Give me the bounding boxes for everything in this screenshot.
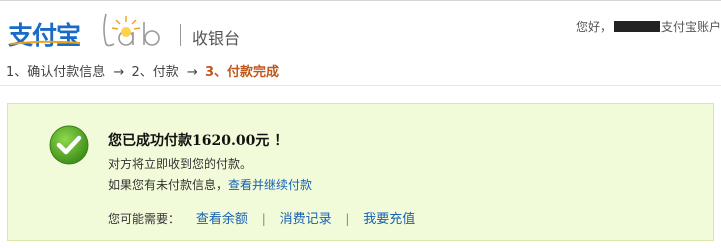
lab-logo-icon bbox=[103, 13, 160, 47]
unpaid-notice-text: 如果您有未付款信息， bbox=[108, 178, 229, 192]
step-arrow-right-icon: → bbox=[113, 65, 125, 80]
suggested-actions: 您可能需要： 查看余额 | 消费记录 | 我要充值 bbox=[108, 208, 415, 227]
greeting-prefix: 您好， bbox=[575, 20, 612, 34]
alipay-lab-logo[interactable]: 支付宝 收银台 bbox=[8, 10, 248, 50]
alipay-brand-text: 支付宝 bbox=[8, 21, 81, 50]
link-separator: | bbox=[261, 212, 266, 226]
step-confirm: 1、确认付款信息 bbox=[6, 65, 106, 80]
recipient-notice: 对方将立即收到您的付款。 bbox=[108, 157, 253, 171]
payment-success-title: 您已成功付款1620.00元 ！ bbox=[108, 133, 289, 149]
redacted-username bbox=[613, 21, 660, 32]
top-up-link[interactable]: 我要充值 bbox=[363, 212, 415, 227]
step-pay: 2、付款 bbox=[131, 65, 179, 80]
cashier-title: 收银台 bbox=[192, 29, 241, 48]
success-panel: 您已成功付款1620.00元 ！ 对方将立即收到您的付款。 如果您有未付款信息，… bbox=[7, 103, 714, 241]
step-complete: 3、付款完成 bbox=[204, 65, 279, 80]
divider bbox=[0, 85, 721, 86]
suggested-actions-label: 您可能需要： bbox=[108, 212, 181, 226]
link-separator: | bbox=[345, 212, 350, 226]
check-circle-icon bbox=[49, 125, 89, 165]
user-greeting: 您好， 支付宝账户 bbox=[576, 18, 721, 35]
top-border bbox=[0, 0, 721, 1]
view-continue-pay-link[interactable]: 查看并继续付款 bbox=[228, 178, 312, 192]
payment-steps: 1、确认付款信息 → 2、付款 → 3、付款完成 bbox=[6, 61, 279, 80]
unpaid-notice: 如果您有未付款信息，查看并继续付款 bbox=[108, 176, 312, 193]
view-balance-link[interactable]: 查看余额 bbox=[196, 212, 248, 227]
step-arrow-right-icon: → bbox=[186, 65, 198, 80]
greeting-suffix: 支付宝账户 bbox=[660, 20, 721, 34]
transaction-history-link[interactable]: 消费记录 bbox=[280, 212, 332, 227]
logo-divider bbox=[180, 24, 181, 46]
brand-swoosh-icon bbox=[9, 40, 81, 45]
